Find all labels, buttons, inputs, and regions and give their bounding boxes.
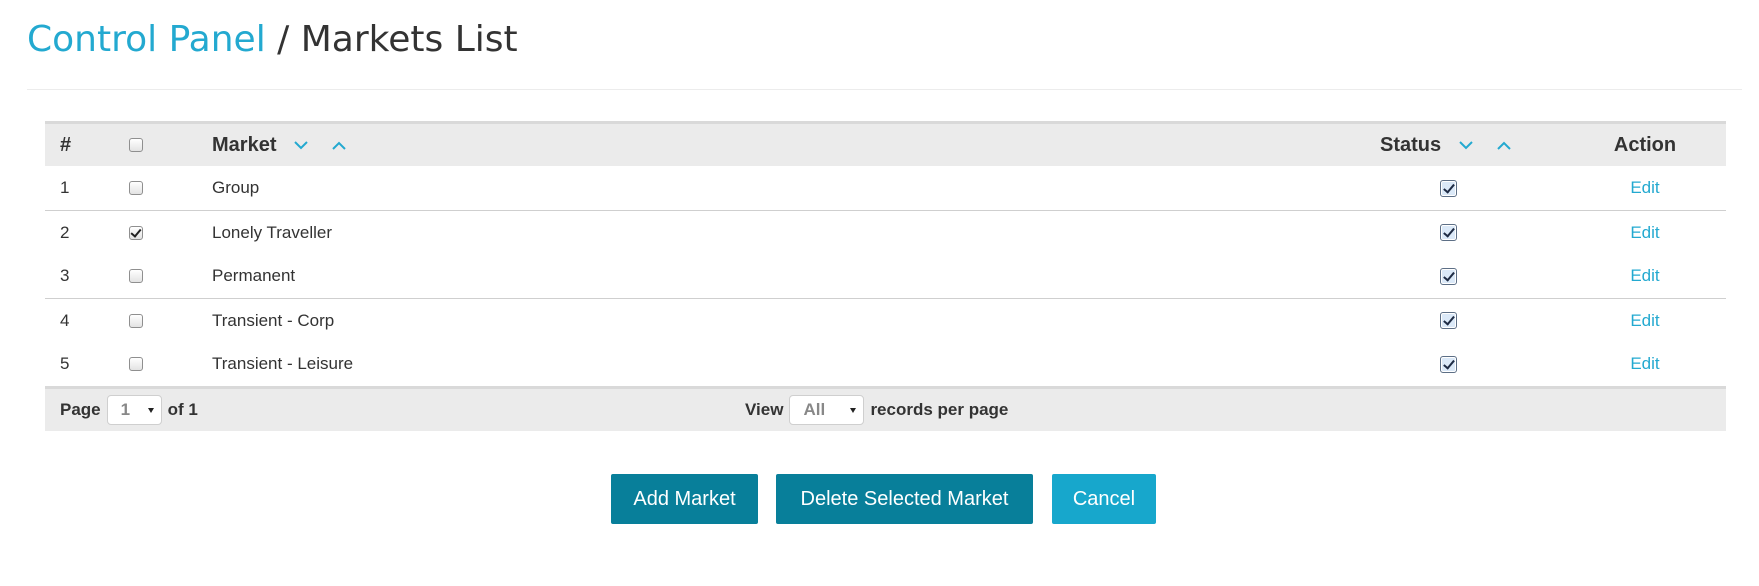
row-select-checkbox[interactable] [129, 357, 143, 371]
row-number: 5 [60, 354, 70, 373]
status-checkbox[interactable] [1440, 267, 1457, 285]
cancel-button[interactable]: Cancel [1052, 474, 1156, 524]
chevron-down-icon [294, 140, 309, 149]
status-checkbox[interactable] [1440, 224, 1457, 241]
records-per-page-label: records per page [870, 400, 1009, 419]
records-per-page-value: All [803, 400, 826, 419]
select-all-checkbox[interactable] [129, 138, 143, 152]
column-header-action: Action [1613, 133, 1677, 156]
page-count-label: of 1 [167, 400, 198, 419]
market-name: Permanent [212, 266, 296, 285]
column-header-status: Status [1380, 124, 1515, 166]
market-name: Group [212, 178, 260, 197]
sort-status-desc-button[interactable] [1455, 134, 1477, 156]
action-cell: Edit [1605, 211, 1685, 254]
action-cell: Edit [1605, 299, 1685, 342]
status-checkbox[interactable] [1440, 179, 1457, 197]
row-select-cell [129, 211, 143, 254]
status-cell [1440, 299, 1457, 342]
markets-table: # Market Status Action 1 Group Edit 2 Lo… [45, 121, 1726, 431]
row-number: 4 [60, 310, 70, 330]
breadcrumb-separator: / [277, 19, 290, 60]
select-all-cell [129, 124, 143, 166]
row-number: 1 [60, 178, 70, 197]
sort-market-asc-button[interactable] [328, 134, 350, 156]
status-checkbox[interactable] [1440, 355, 1457, 373]
caret-down-icon [147, 408, 154, 413]
market-name: Transient - Leisure [212, 354, 354, 373]
action-cell: Edit [1605, 254, 1685, 298]
column-header-number: # [60, 133, 72, 156]
page-selector-group: Page 1 of 1 [60, 389, 198, 431]
row-number: 3 [60, 266, 70, 285]
table-row: 4 Transient - Corp Edit [45, 298, 1726, 342]
edit-link[interactable]: Edit [1630, 354, 1659, 374]
add-market-button[interactable]: Add Market [611, 474, 758, 524]
status-cell [1440, 211, 1457, 254]
edit-link[interactable]: Edit [1630, 178, 1659, 198]
page-select[interactable]: 1 [106, 395, 162, 425]
caret-down-icon [850, 408, 857, 413]
view-label: View [745, 400, 784, 419]
delete-selected-market-button[interactable]: Delete Selected Market [776, 474, 1033, 524]
row-select-cell [129, 342, 143, 386]
status-cell [1440, 254, 1457, 298]
records-per-page-group: View All records per page [745, 389, 1008, 431]
chevron-up-icon [1497, 141, 1511, 150]
row-select-cell [129, 166, 143, 210]
row-select-checkbox[interactable] [129, 181, 143, 195]
action-cell: Edit [1605, 342, 1685, 386]
column-header-status-label: Status [1380, 133, 1442, 156]
table-row: 2 Lonely Traveller Edit [45, 210, 1726, 254]
edit-link[interactable]: Edit [1630, 266, 1659, 286]
column-header-market: Market [212, 124, 350, 166]
pagination-bar: Page 1 of 1 View All records per page [45, 386, 1726, 431]
chevron-up-icon [332, 141, 347, 150]
row-select-checkbox[interactable] [129, 225, 143, 240]
row-select-cell [129, 299, 143, 342]
table-row: 1 Group Edit [45, 166, 1726, 210]
row-select-cell [129, 254, 143, 298]
market-name: Lonely Traveller [212, 222, 333, 242]
breadcrumb-control-panel-link[interactable]: Control Panel [27, 19, 266, 60]
sort-status-asc-button[interactable] [1493, 134, 1515, 156]
market-name: Transient - Corp [212, 310, 335, 330]
breadcrumb-current: Markets List [300, 19, 518, 60]
row-select-checkbox[interactable] [129, 313, 143, 328]
edit-link[interactable]: Edit [1630, 223, 1659, 243]
page-label: Page [60, 400, 101, 419]
row-number: 2 [60, 222, 70, 242]
action-cell: Edit [1605, 166, 1685, 210]
title-divider [27, 89, 1742, 90]
sort-market-desc-button[interactable] [290, 134, 312, 156]
status-checkbox[interactable] [1440, 312, 1457, 329]
chevron-down-icon [1459, 140, 1473, 149]
status-cell [1440, 342, 1457, 386]
table-row: 5 Transient - Leisure Edit [45, 342, 1726, 386]
table-header-row: # Market Status Action [45, 121, 1726, 166]
column-header-market-label: Market [212, 133, 277, 156]
status-cell [1440, 166, 1457, 210]
page-title: Control Panel / Markets List [27, 16, 518, 64]
edit-link[interactable]: Edit [1630, 311, 1659, 331]
row-select-checkbox[interactable] [129, 269, 143, 283]
page-select-value: 1 [120, 400, 131, 419]
table-row: 3 Permanent Edit [45, 254, 1726, 298]
records-per-page-select[interactable]: All [789, 395, 865, 425]
